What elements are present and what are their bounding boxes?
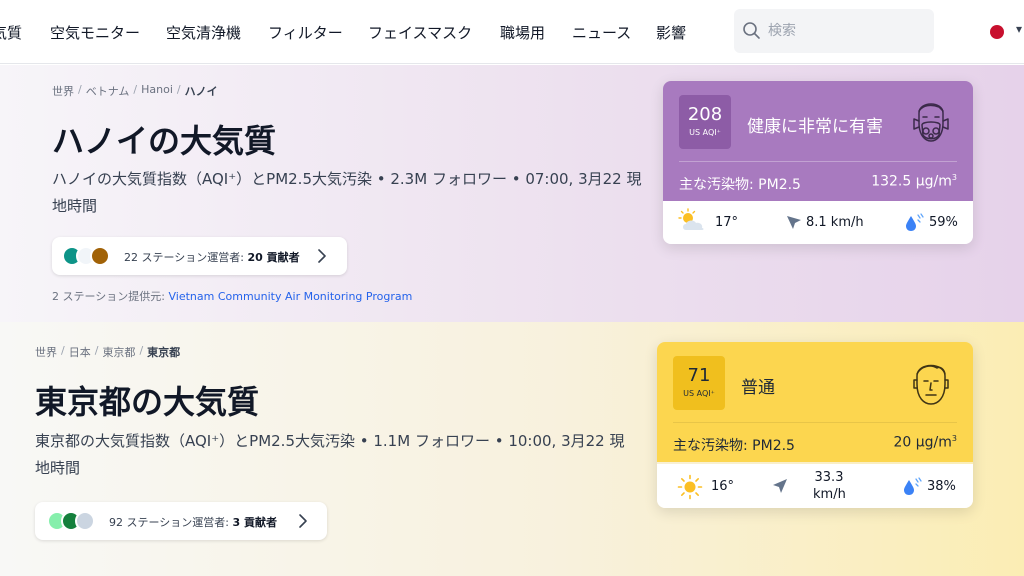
nav-item-workplace[interactable]: 職場用	[500, 22, 545, 43]
aqi-card: 208 US AQI⁺ 健康に非常に有害 主な汚染物: PM2.5 132.5 …	[663, 81, 973, 244]
breadcrumb-world[interactable]: 世界	[35, 344, 57, 360]
wind-speed: 8.1 km/h	[806, 215, 864, 230]
hanoi-section: 世界 / ベトナム / Hanoi / ハノイ ハノイの大気質 ハノイの大気質指…	[0, 65, 1024, 322]
humidity-icon	[904, 477, 922, 495]
nav-item-filters[interactable]: フィルター	[268, 22, 343, 43]
nav-item-air-purifiers[interactable]: 空気清浄機	[166, 22, 241, 43]
tokyo-section: 世界 / 日本 / 東京都 / 東京都 東京都の大気質 東京都の大気質指数（AQ…	[0, 322, 1024, 576]
temperature: 16°	[711, 479, 735, 494]
pollutant-concentration: 132.5 µg/m3	[871, 173, 957, 190]
aqi-level: 健康に非常に有害	[747, 117, 883, 137]
humidity: 38%	[927, 479, 956, 494]
breadcrumb-tokyo[interactable]: 東京都	[102, 344, 135, 360]
contributors-text: 92 ステーション運営者: 3 貢献者	[109, 516, 277, 529]
main-pollutant: 主な汚染物: PM2.5	[673, 438, 795, 454]
contributors-button[interactable]: 92 ステーション運営者: 3 貢献者	[35, 502, 327, 540]
page-title: 東京都の大気質	[35, 383, 260, 421]
search-box[interactable]	[734, 9, 934, 53]
aqi-card-header: 71 US AQI⁺ 普通 主な汚染物: PM2.5 20 µg/m3	[657, 342, 973, 462]
contributors-button[interactable]: 22 ステーション運営者: 20 貢献者	[52, 237, 347, 275]
pollutant-concentration: 20 µg/m3	[893, 434, 957, 451]
top-nav: 気質 空気モニター 空気清浄機 フィルター フェイスマスク 職場用 ニュース 影…	[0, 0, 1024, 64]
aqi-value: 71	[687, 365, 711, 386]
page-subtitle: 東京都の大気質指数（AQI⁺）とPM2.5大気汚染 • 1.1M フォロワー •…	[35, 432, 625, 477]
breadcrumb: 世界 / ベトナム / Hanoi / ハノイ	[52, 83, 218, 99]
aqi-unit: US AQI⁺	[689, 128, 721, 137]
nav-item-face-masks[interactable]: フェイスマスク	[368, 22, 472, 43]
contributors-text: 22 ステーション運営者: 20 貢献者	[124, 251, 300, 264]
wind-speed: 33.3 km/h	[813, 470, 846, 502]
breadcrumb-world[interactable]: 世界	[52, 83, 74, 99]
sun-icon	[677, 474, 703, 500]
provider-link[interactable]: Vietnam Community Air Monitoring Program	[168, 290, 412, 303]
avatar	[75, 511, 95, 531]
wind-direction-icon	[787, 216, 801, 229]
neutral-face-icon	[913, 364, 949, 405]
wind-direction-icon	[773, 479, 787, 493]
aqi-card: 71 US AQI⁺ 普通 主な汚染物: PM2.5 20 µg/m3 16° …	[657, 342, 973, 508]
breadcrumb-japan[interactable]: 日本	[69, 344, 91, 360]
face-with-gas-mask-icon	[913, 103, 949, 142]
search-input[interactable]	[768, 21, 918, 41]
breadcrumb-current: 東京都	[147, 346, 181, 359]
main-pollutant: 主な汚染物: PM2.5	[679, 177, 801, 193]
page-title: ハノイの大気質	[52, 122, 277, 160]
nav-item-news[interactable]: ニュース	[572, 22, 631, 43]
partly-cloudy-icon	[678, 208, 704, 230]
aqi-badge: 208 US AQI⁺	[679, 95, 731, 149]
breadcrumb-current: ハノイ	[184, 85, 218, 98]
chevron-right-icon	[299, 514, 307, 528]
chevron-right-icon	[318, 249, 326, 263]
aqi-unit: US AQI⁺	[683, 389, 715, 398]
breadcrumb-vietnam[interactable]: ベトナム	[86, 83, 130, 99]
aqi-card-header: 208 US AQI⁺ 健康に非常に有害 主な汚染物: PM2.5 132.5 …	[663, 81, 973, 201]
humidity: 59%	[929, 215, 958, 230]
humidity-icon	[906, 213, 924, 231]
japan-flag-icon[interactable]	[990, 25, 1004, 39]
page-subtitle: ハノイの大気質指数（AQI⁺）とPM2.5大気汚染 • 2.3M フォロワー •…	[52, 170, 642, 215]
breadcrumb-hanoi-en[interactable]: Hanoi	[141, 83, 173, 99]
nav-item-impact[interactable]: 影響	[656, 22, 686, 43]
nav-item-air-quality[interactable]: 気質	[0, 22, 22, 43]
station-provider: 2 ステーション提供元: Vietnam Community Air Monit…	[52, 290, 413, 303]
weather-row: 17° 8.1 km/h 59%	[663, 201, 973, 244]
aqi-level: 普通	[741, 378, 775, 398]
aqi-value: 208	[687, 104, 723, 125]
search-icon	[743, 22, 760, 39]
aqi-badge: 71 US AQI⁺	[673, 356, 725, 410]
avatar	[90, 246, 110, 266]
weather-row: 16° 33.3 km/h 38%	[657, 464, 973, 508]
breadcrumb: 世界 / 日本 / 東京都 / 東京都	[35, 344, 181, 360]
nav-item-air-monitors[interactable]: 空気モニター	[50, 22, 140, 43]
temperature: 17°	[715, 215, 739, 230]
chevron-down-icon[interactable]: ▾	[1016, 22, 1024, 38]
